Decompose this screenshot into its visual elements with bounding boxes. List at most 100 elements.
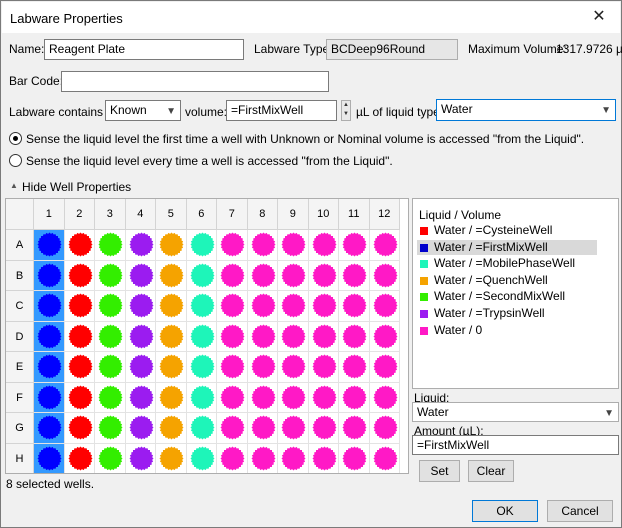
well-cell[interactable] <box>156 230 187 261</box>
well-cell[interactable] <box>156 321 187 352</box>
legend-item[interactable]: Water / =CysteineWell <box>417 223 597 238</box>
spin-down-icon[interactable]: ▼ <box>342 110 350 119</box>
legend-item[interactable]: Water / 0 <box>417 323 597 338</box>
well-cell[interactable] <box>278 413 309 444</box>
well-cell[interactable] <box>369 352 400 383</box>
legend-item[interactable]: Water / =TrypsinWell <box>417 306 597 321</box>
well-cell[interactable] <box>64 260 95 291</box>
plate-grid[interactable]: 1 2 3 4 5 6 7 8 9 10 11 12 A B C D E F G H <box>5 198 409 474</box>
well-cell[interactable] <box>247 352 278 383</box>
column-header[interactable]: 5 <box>156 199 187 230</box>
well-cell[interactable] <box>156 291 187 322</box>
well-cell[interactable] <box>186 413 217 444</box>
well-cell[interactable] <box>95 260 126 291</box>
well-cell[interactable] <box>34 352 65 383</box>
well-cell[interactable] <box>125 413 156 444</box>
row-header[interactable]: A <box>6 230 34 261</box>
well-cell[interactable] <box>125 321 156 352</box>
contains-select[interactable]: Known ▼ <box>105 100 181 121</box>
well-cell[interactable] <box>186 260 217 291</box>
well-cell[interactable] <box>34 291 65 322</box>
well-cell[interactable] <box>217 413 248 444</box>
well-cell[interactable] <box>339 260 370 291</box>
barcode-field[interactable] <box>61 71 329 92</box>
well-cell[interactable] <box>339 230 370 261</box>
well-cell[interactable] <box>186 291 217 322</box>
well-cell[interactable] <box>95 443 126 473</box>
well-cell[interactable] <box>247 321 278 352</box>
well-cell[interactable] <box>186 230 217 261</box>
legend-item[interactable]: Water / =FirstMixWell <box>417 239 597 255</box>
cancel-button[interactable]: Cancel <box>547 500 613 522</box>
well-cell[interactable] <box>64 352 95 383</box>
column-header[interactable]: 4 <box>125 199 156 230</box>
well-cell[interactable] <box>156 382 187 413</box>
well-cell[interactable] <box>186 352 217 383</box>
well-cell[interactable] <box>34 260 65 291</box>
well-cell[interactable] <box>217 230 248 261</box>
well-cell[interactable] <box>125 260 156 291</box>
well-cell[interactable] <box>278 260 309 291</box>
row-header[interactable]: F <box>6 382 34 413</box>
well-cell[interactable] <box>309 443 339 473</box>
well-cell[interactable] <box>125 352 156 383</box>
well-cell[interactable] <box>217 321 248 352</box>
ok-button[interactable]: OK <box>472 500 538 522</box>
well-cell[interactable] <box>95 382 126 413</box>
well-cell[interactable] <box>217 443 248 473</box>
well-cell[interactable] <box>156 413 187 444</box>
well-cell[interactable] <box>339 291 370 322</box>
well-cell[interactable] <box>247 230 278 261</box>
well-cell[interactable] <box>95 291 126 322</box>
well-cell[interactable] <box>34 382 65 413</box>
well-cell[interactable] <box>95 321 126 352</box>
well-cell[interactable] <box>339 443 370 473</box>
well-cell[interactable] <box>278 321 309 352</box>
well-cell[interactable] <box>217 352 248 383</box>
well-cell[interactable] <box>308 382 339 413</box>
column-header[interactable]: 11 <box>339 199 370 230</box>
well-cell[interactable] <box>308 230 339 261</box>
well-cell[interactable] <box>125 382 156 413</box>
well-cell[interactable] <box>247 291 278 322</box>
well-cell[interactable] <box>308 413 339 444</box>
well-cell[interactable] <box>125 230 156 261</box>
well-cell[interactable] <box>125 291 156 322</box>
well-cell[interactable] <box>247 382 278 413</box>
liquid-type-select[interactable]: Water ▼ <box>436 99 616 121</box>
column-header[interactable]: 8 <box>247 199 278 230</box>
well-cell[interactable] <box>64 321 95 352</box>
well-cell[interactable] <box>65 443 95 473</box>
well-cell[interactable] <box>308 352 339 383</box>
name-field[interactable]: Reagent Plate <box>44 39 244 60</box>
well-cell[interactable] <box>247 260 278 291</box>
close-icon[interactable]: ✕ <box>588 7 610 27</box>
column-header[interactable]: 9 <box>278 199 309 230</box>
well-cell[interactable] <box>339 413 370 444</box>
well-cell[interactable] <box>34 413 65 444</box>
well-cell[interactable] <box>34 321 65 352</box>
well-cell[interactable] <box>64 230 95 261</box>
clear-button[interactable]: Clear <box>468 460 514 482</box>
well-cell[interactable] <box>369 230 400 261</box>
well-cell[interactable] <box>308 291 339 322</box>
row-header[interactable]: E <box>6 352 34 383</box>
well-cell[interactable] <box>156 443 187 473</box>
column-header[interactable]: 7 <box>217 199 248 230</box>
amount-field[interactable]: =FirstMixWell <box>412 435 619 455</box>
well-cell[interactable] <box>278 443 309 473</box>
column-header[interactable]: 6 <box>186 199 217 230</box>
well-cell[interactable] <box>34 443 65 473</box>
spin-up-icon[interactable]: ▲ <box>342 101 350 110</box>
well-cell[interactable] <box>64 291 95 322</box>
legend-item[interactable]: Water / =MobilePhaseWell <box>417 256 597 271</box>
well-cell[interactable] <box>248 443 278 473</box>
well-cell[interactable] <box>370 443 400 473</box>
column-header[interactable]: 3 <box>95 199 126 230</box>
well-cell[interactable] <box>126 443 156 473</box>
well-cell[interactable] <box>217 291 248 322</box>
liquid-select[interactable]: Water ▼ <box>412 402 619 422</box>
row-header[interactable]: H <box>6 443 34 473</box>
well-cell[interactable] <box>278 291 309 322</box>
row-header[interactable]: D <box>6 321 34 352</box>
